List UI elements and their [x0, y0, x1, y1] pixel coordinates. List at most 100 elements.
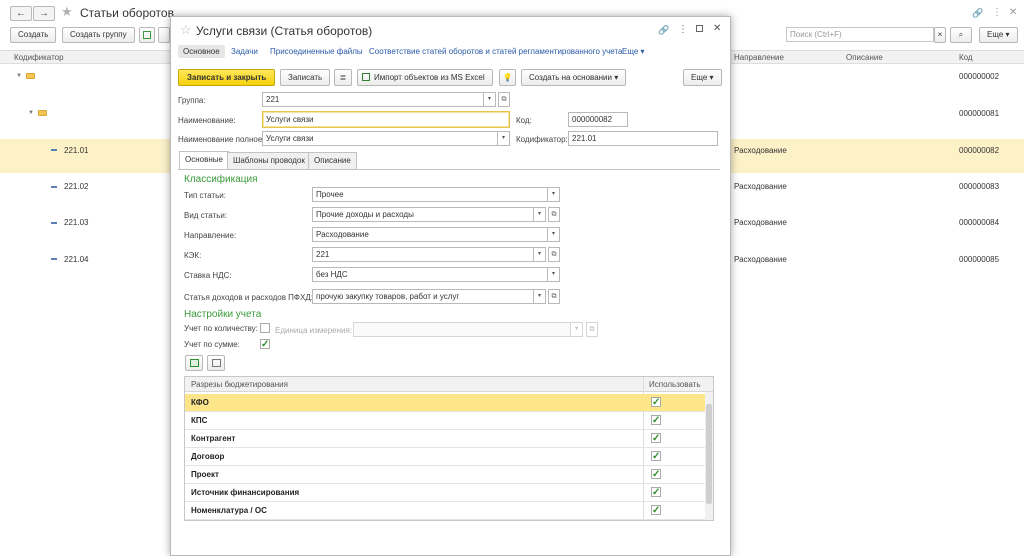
create-based-button[interactable]: Создать на основании ▾ — [521, 69, 627, 86]
inner-tab-templates[interactable]: Шаблоны проводок — [227, 152, 311, 169]
column-code[interactable]: Код — [959, 53, 973, 62]
table-row[interactable]: КФО ✓ — [185, 394, 705, 412]
list-button[interactable]: ≣ — [334, 69, 352, 86]
kek-dropdown-button[interactable]: ▾ — [534, 247, 546, 262]
use-checkbox[interactable]: ✓ — [651, 397, 661, 408]
copy-button[interactable] — [139, 27, 155, 43]
table-row[interactable]: Контрагент ✓ — [185, 430, 705, 448]
link-icon[interactable]: 🔗 — [972, 8, 983, 19]
code-label: Код: — [516, 116, 532, 125]
column-direction[interactable]: Направление — [734, 53, 784, 62]
use-checkbox[interactable]: ✓ — [651, 451, 661, 462]
folder-icon — [26, 73, 35, 79]
row-name[interactable]: 221.01 — [64, 146, 88, 155]
dimension-name: Номенклатура / ОС — [191, 506, 267, 515]
tab-main[interactable]: Основное — [178, 45, 225, 58]
direction-dropdown-button[interactable]: ▾ — [548, 227, 560, 242]
pfhd-open-button[interactable]: ⧉ — [548, 289, 560, 304]
kind-open-button[interactable]: ⧉ — [548, 207, 560, 222]
by-sum-checkbox[interactable]: ✓ — [260, 339, 270, 350]
use-checkbox[interactable]: ✓ — [651, 505, 661, 516]
type-select[interactable]: Прочее — [312, 187, 548, 202]
modal-more-button[interactable]: Еще ▾ — [683, 69, 722, 86]
maximize-icon[interactable] — [696, 25, 703, 32]
menu-dots-icon[interactable]: ⋮ — [678, 24, 688, 35]
vat-select[interactable]: без НДС — [312, 267, 548, 282]
tab-more[interactable]: Еще ▾ — [622, 47, 645, 56]
column-dimension[interactable]: Разрезы бюджетирования — [191, 380, 288, 389]
import-excel-button[interactable]: Импорт объектов из MS Excel — [357, 69, 493, 86]
scrollbar-thumb[interactable] — [706, 404, 712, 504]
check-all-button[interactable] — [185, 355, 203, 371]
use-checkbox[interactable]: ✓ — [651, 415, 661, 426]
direction-select[interactable]: Расходование — [312, 227, 548, 242]
column-description[interactable]: Описание — [846, 53, 883, 62]
create-group-button[interactable]: Создать группу — [62, 27, 135, 43]
name-input[interactable]: Услуги связи — [262, 111, 510, 128]
expand-triangle-icon[interactable]: ▼ — [28, 110, 34, 116]
create-button[interactable]: Создать — [10, 27, 57, 43]
inner-tab-description[interactable]: Описание — [308, 152, 357, 169]
close-icon[interactable]: ✕ — [1009, 7, 1017, 18]
background-more-button[interactable]: Еще ▾ — [979, 27, 1018, 43]
unit-select[interactable] — [353, 322, 571, 337]
use-checkbox[interactable]: ✓ — [651, 433, 661, 444]
toolbar-more-button[interactable] — [158, 27, 170, 43]
menu-dots-icon[interactable]: ⋮ — [992, 7, 1002, 18]
close-icon[interactable]: ✕ — [713, 23, 721, 34]
group-field[interactable]: 221 — [262, 92, 484, 107]
column-use[interactable]: Использовать — [649, 380, 700, 389]
tab-correspondence[interactable]: Соответствие статей оборотов и статей ре… — [369, 47, 623, 56]
favorite-star-icon[interactable]: ★ — [61, 4, 73, 20]
table-row[interactable]: Источник финансирования ✓ — [185, 484, 705, 502]
search-input[interactable]: Поиск (Ctrl+F) — [786, 27, 934, 42]
row-name[interactable]: 221.02 — [64, 182, 88, 191]
table-row[interactable]: Договор ✓ — [185, 448, 705, 466]
fullname-dropdown-button[interactable]: ▾ — [498, 131, 510, 146]
link-icon[interactable]: 🔗 — [658, 25, 669, 36]
table-row[interactable]: Номенклатура / ОС ✓ — [185, 502, 705, 520]
codifier-input[interactable]: 221.01 — [568, 131, 718, 146]
type-dropdown-button[interactable]: ▾ — [548, 187, 560, 202]
by-qty-checkbox[interactable] — [260, 323, 270, 333]
code-input[interactable]: 000000082 — [568, 112, 628, 127]
group-open-button[interactable]: ⧉ — [498, 92, 510, 107]
unit-open-button[interactable]: ⧉ — [586, 322, 598, 337]
use-checkbox[interactable]: ✓ — [651, 487, 661, 498]
kind-dropdown-button[interactable]: ▾ — [534, 207, 546, 222]
kind-select[interactable]: Прочие доходы и расходы — [312, 207, 534, 222]
uncheck-all-button[interactable] — [207, 355, 225, 371]
save-close-button[interactable]: Записать и закрыть — [178, 69, 276, 86]
unit-dropdown-button[interactable]: ▾ — [571, 322, 583, 337]
kek-open-button[interactable]: ⧉ — [548, 247, 560, 262]
kek-select[interactable]: 221 — [312, 247, 534, 262]
fullname-label: Наименование полное: — [178, 135, 265, 144]
inner-tab-main[interactable]: Основные — [179, 151, 229, 169]
forward-button[interactable]: → — [33, 6, 55, 21]
pfhd-select[interactable]: прочую закупку товаров, работ и услуг — [312, 289, 534, 304]
tab-tasks[interactable]: Задачи — [231, 47, 258, 56]
chevron-down-icon: ▾ — [487, 96, 491, 102]
use-checkbox[interactable]: ✓ — [651, 469, 661, 480]
favorite-star-icon[interactable]: ☆ — [180, 22, 192, 38]
save-button[interactable]: Записать — [280, 69, 331, 86]
fullname-input[interactable]: Услуги связи — [262, 131, 498, 146]
hint-button[interactable]: 💡 — [499, 69, 516, 86]
row-name[interactable]: 221.03 — [64, 218, 88, 227]
table-scrollbar[interactable] — [705, 392, 713, 520]
classification-title: Классификация — [184, 174, 258, 185]
column-codifier[interactable]: Кодификатор — [14, 53, 64, 62]
table-row[interactable]: КПС ✓ — [185, 412, 705, 430]
by-sum-label: Учет по сумме: — [184, 340, 240, 349]
group-dropdown-button[interactable]: ▾ — [484, 92, 496, 107]
vat-dropdown-button[interactable]: ▾ — [548, 267, 560, 282]
pfhd-dropdown-button[interactable]: ▾ — [534, 289, 546, 304]
search-clear-button[interactable]: × — [934, 27, 946, 43]
search-options-button[interactable]: ⌕ — [950, 27, 972, 43]
row-name[interactable]: 221.04 — [64, 255, 88, 264]
table-row[interactable]: Проект ✓ — [185, 466, 705, 484]
expand-triangle-icon[interactable]: ▼ — [16, 73, 22, 79]
back-button[interactable]: ← — [10, 6, 32, 21]
tab-files[interactable]: Присоединенные файлы — [270, 47, 363, 56]
row-code: 000000002 — [959, 72, 1000, 81]
